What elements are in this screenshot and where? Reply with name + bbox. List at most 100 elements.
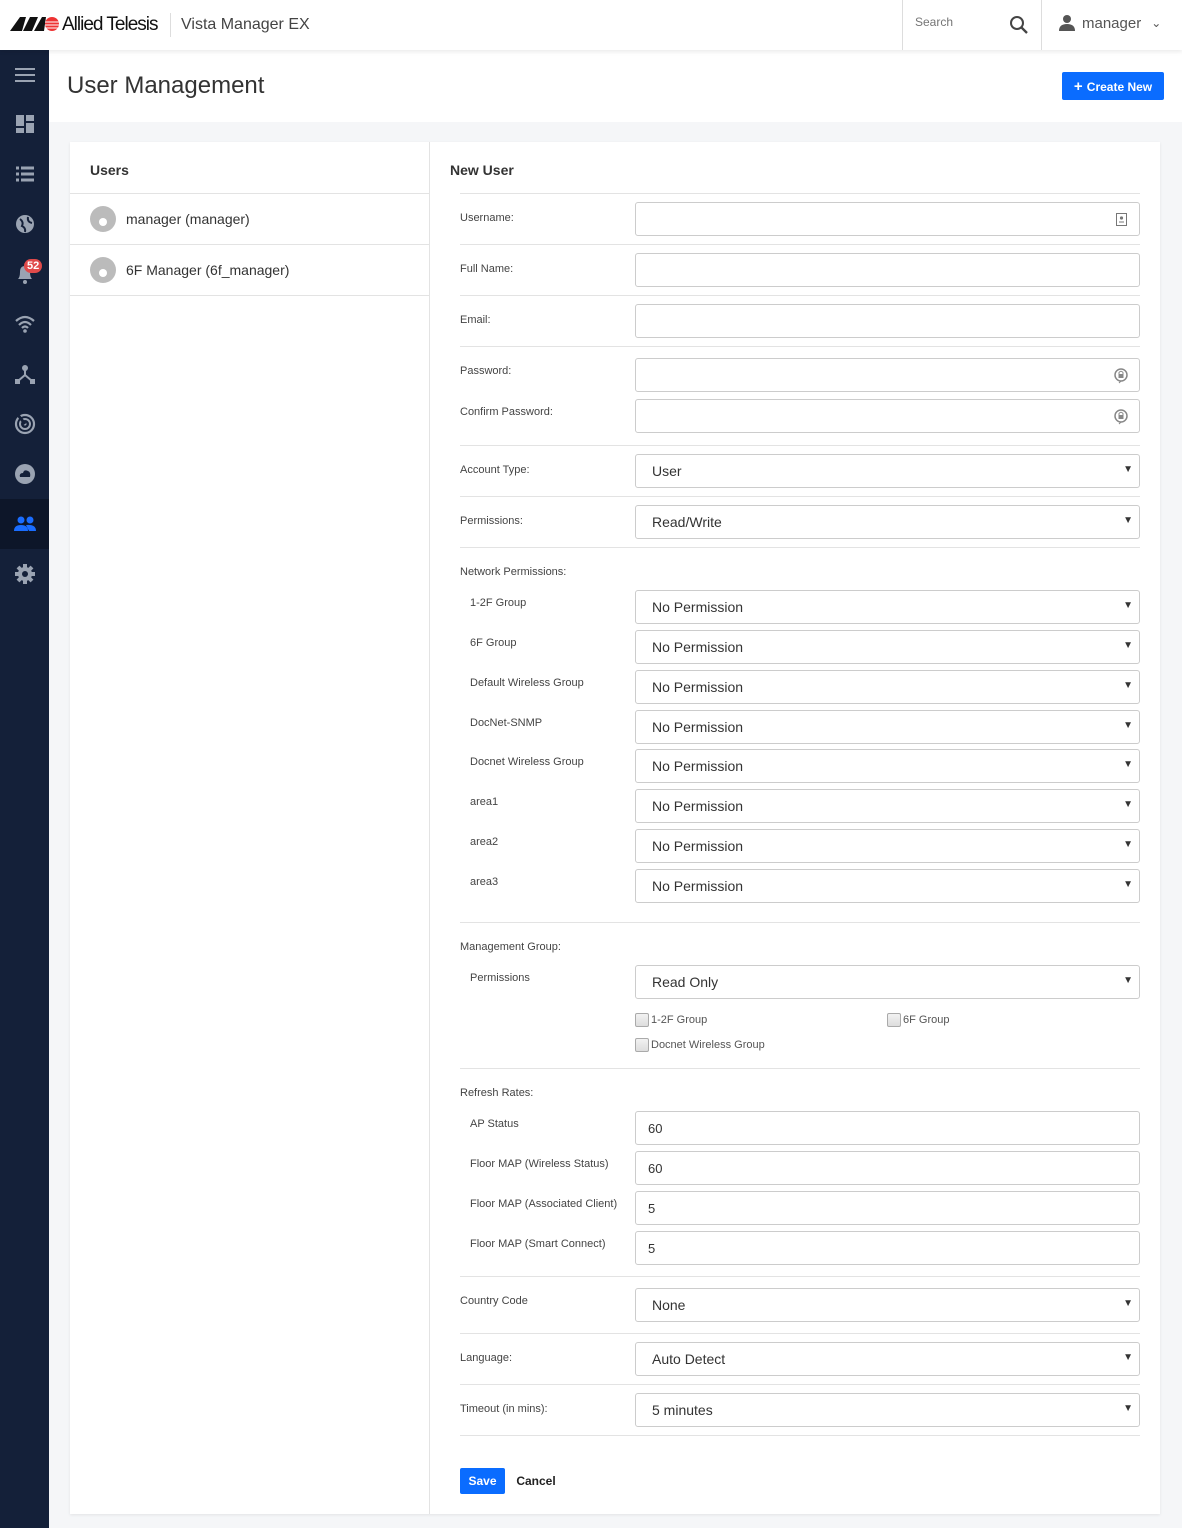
network-group-select[interactable]: No Permission ▼	[635, 670, 1140, 704]
users-heading: Users	[90, 162, 129, 178]
sidebar-item-topology[interactable]	[0, 349, 49, 399]
checkbox-label: Docnet Wireless Group	[651, 1039, 765, 1051]
menu-icon	[14, 68, 35, 82]
globe-icon	[15, 215, 34, 233]
mg-permissions-select[interactable]: Read Only ▼	[635, 965, 1140, 999]
select-value: 5 minutes	[652, 1402, 713, 1418]
logo-icon	[10, 17, 59, 31]
network-group-select[interactable]: No Permission ▼	[635, 869, 1140, 903]
user-icon	[1059, 15, 1075, 31]
user-list-item[interactable]: manager (manager)	[70, 194, 430, 245]
divider	[460, 1435, 1140, 1436]
divider	[170, 13, 171, 37]
password-label: Password:	[460, 365, 512, 377]
network-group-label: area2	[470, 836, 499, 848]
network-group-select[interactable]: No Permission ▼	[635, 710, 1140, 744]
sidebar-item-dashboard[interactable]	[0, 99, 49, 149]
refresh-input[interactable]: 5	[635, 1231, 1140, 1265]
page-header: User Management + Create New	[49, 50, 1182, 122]
network-group-label: 1-2F Group	[470, 597, 527, 609]
network-group-select[interactable]: No Permission ▼	[635, 590, 1140, 624]
cancel-button[interactable]: Cancel	[510, 1468, 562, 1494]
create-new-button[interactable]: + Create New	[1062, 72, 1164, 100]
divider	[460, 496, 1140, 497]
network-group-select[interactable]: No Permission ▼	[635, 749, 1140, 783]
mg-group-checkbox[interactable]: 1-2F Group	[635, 1013, 707, 1027]
select-value: Read Only	[652, 974, 719, 990]
caret-down-icon: ▼	[1123, 600, 1133, 611]
sidebar-item-wireless[interactable]	[0, 299, 49, 349]
permissions-select[interactable]: Read/Write ▼	[635, 505, 1140, 539]
sidebar-item-cloud[interactable]	[0, 449, 49, 499]
refresh-input[interactable]: 5	[635, 1191, 1140, 1225]
confirm-password-input[interactable]	[635, 399, 1140, 433]
fullname-input[interactable]	[635, 253, 1140, 287]
sidebar-item-users[interactable]	[0, 499, 49, 549]
refresh-label: Floor MAP (Smart Connect)	[470, 1238, 606, 1250]
network-group-label: Docnet Wireless Group	[470, 756, 584, 768]
timeout-label: Timeout (in mins):	[460, 1403, 548, 1415]
caret-down-icon: ▼	[1123, 839, 1133, 850]
sidebar-item-alerts[interactable]: 52	[0, 249, 49, 299]
search-icon[interactable]	[1009, 15, 1029, 35]
user-menu[interactable]: manager ⌄	[1058, 14, 1161, 32]
avatar	[90, 206, 116, 232]
mg-group-checkbox[interactable]: 6F Group	[887, 1013, 949, 1027]
select-value: Auto Detect	[652, 1351, 726, 1367]
checkbox-label: 6F Group	[903, 1014, 950, 1026]
network-group-select[interactable]: No Permission ▼	[635, 630, 1140, 664]
cloud-icon	[14, 464, 35, 484]
username-input[interactable]	[635, 202, 1140, 236]
timeout-select[interactable]: 5 minutes ▼	[635, 1393, 1140, 1427]
divider	[460, 1333, 1140, 1334]
network-group-label: Default Wireless Group	[470, 677, 584, 689]
input-value: 60	[648, 1120, 663, 1136]
contact-card-icon	[1116, 213, 1127, 226]
username-label: Username:	[460, 212, 514, 224]
users-header: Users	[70, 142, 430, 194]
gear-icon	[14, 564, 35, 584]
checkbox[interactable]	[887, 1013, 901, 1027]
network-group-select[interactable]: No Permission ▼	[635, 789, 1140, 823]
caret-down-icon: ▼	[1123, 1403, 1133, 1414]
divider	[460, 1068, 1140, 1069]
password-input[interactable]	[635, 358, 1140, 392]
refresh-label: Floor MAP (Wireless Status)	[470, 1158, 609, 1170]
language-label: Language:	[460, 1352, 512, 1364]
sidebar-item-list[interactable]	[0, 149, 49, 199]
email-input[interactable]	[635, 304, 1140, 338]
list-icon	[15, 166, 34, 182]
account-type-select[interactable]: User ▼	[635, 454, 1140, 488]
management-group-label: Management Group:	[460, 941, 561, 953]
sidebar-item-radar[interactable]	[0, 399, 49, 449]
mg-group-checkbox[interactable]: Docnet Wireless Group	[635, 1038, 765, 1052]
user-label: manager (manager)	[126, 211, 250, 227]
caret-down-icon: ▼	[1123, 680, 1133, 691]
save-button[interactable]: Save	[460, 1468, 505, 1494]
country-code-select[interactable]: None ▼	[635, 1288, 1140, 1322]
checkbox-label: 1-2F Group	[651, 1014, 708, 1026]
caret-down-icon: ▼	[1123, 1352, 1133, 1363]
user-list-item[interactable]: 6F Manager (6f_manager)	[70, 245, 430, 296]
user-name: manager	[1082, 14, 1142, 32]
caret-down-icon: ▼	[1123, 1298, 1133, 1309]
divider	[460, 346, 1140, 347]
network-group-select[interactable]: No Permission ▼	[635, 829, 1140, 863]
refresh-input[interactable]: 60	[635, 1111, 1140, 1145]
refresh-label: AP Status	[470, 1118, 519, 1130]
input-value: 60	[648, 1160, 663, 1176]
checkbox[interactable]	[635, 1013, 649, 1027]
page-title: User Management	[67, 72, 265, 99]
email-label: Email:	[460, 314, 491, 326]
caret-down-icon: ▼	[1123, 464, 1133, 475]
network-group-label: area3	[470, 876, 499, 888]
sidebar-item-settings[interactable]	[0, 549, 49, 599]
sidebar-menu-toggle[interactable]	[0, 50, 49, 100]
sidebar-item-map[interactable]	[0, 199, 49, 249]
language-select[interactable]: Auto Detect ▼	[635, 1342, 1140, 1376]
checkbox[interactable]	[635, 1038, 649, 1052]
search-input[interactable]	[915, 15, 1005, 29]
search-box[interactable]	[902, 0, 1042, 50]
refresh-input[interactable]: 60	[635, 1151, 1140, 1185]
divider	[460, 1384, 1140, 1385]
